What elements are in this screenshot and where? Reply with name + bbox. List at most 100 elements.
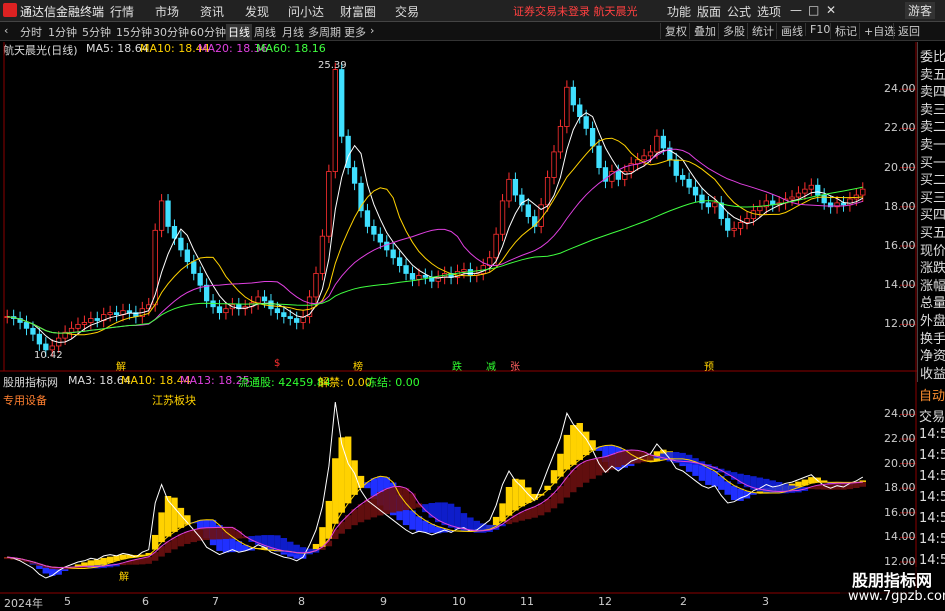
candle-body [313,273,319,298]
candle-body [673,159,679,176]
watermark: 股朋指标网 www.7gpzb.com [840,567,945,609]
base-band-bar [383,488,390,515]
candle-body [860,188,866,196]
ma20-line [7,148,863,334]
candle-body [808,184,814,190]
candle-body [596,145,602,168]
time-axis-tick: 8 [298,595,305,608]
low-price-label: 10.42 [34,350,63,361]
time-axis-tick: 2 [680,595,687,608]
candle-body [371,225,377,235]
candle-body [712,202,718,208]
base-band-bar [505,519,513,525]
candle-body [409,273,416,280]
side-panel-item[interactable]: 卖三 [920,99,945,118]
trend-band-bar [422,520,429,533]
trend-band-bar [705,467,712,485]
trend-band-bar [171,497,178,532]
time-axis-tick: 7 [212,595,219,608]
candle-body [583,116,589,129]
main-y-tick: 12.00 [884,317,916,331]
trade-panel-item[interactable]: 14:56 [919,469,945,484]
candle-body [680,175,686,180]
side-panel-item[interactable]: 卖五 [920,64,945,83]
trade-panel-item[interactable]: 14:56 [919,448,945,463]
candle-body [294,318,300,323]
side-panel-item[interactable]: 换手 [920,328,945,347]
candle-body [223,308,229,314]
candle-body [705,202,712,208]
base-band-bar [235,531,243,539]
trend-band-bar [743,491,751,499]
quote-side-panel: 委比 卖五 卖四 卖三 卖二 卖一 买一 买二 买三 买四 买五 现价 涨跌 涨幅 总量 外盘 换手 净资 收益 [917,42,945,382]
candle-body [467,269,474,276]
trend-band-bar [808,477,815,484]
base-band-bar [389,486,397,513]
side-panel-item[interactable]: 卖四 [920,81,945,100]
candle-body [750,210,757,219]
candle-body [589,127,596,147]
trade-panel-item[interactable]: 自动 [919,385,945,404]
kline-chart-area[interactable] [0,0,945,609]
candle-body [512,178,519,196]
side-panel-item[interactable]: 收益 [920,363,945,382]
base-band-bar [447,503,455,528]
candle-body [744,218,750,223]
trade-panel-item[interactable]: 交易 [919,406,945,425]
candle-body [81,322,88,325]
side-panel-item[interactable]: 涨幅 [920,275,945,294]
trade-panel-item[interactable]: 14:56 [919,532,945,547]
sub-y-tick: 14.00 [884,530,916,544]
side-panel-item[interactable]: 涨跌 [920,257,945,276]
side-panel-item[interactable]: 买二 [920,169,945,188]
trade-panel-item[interactable]: 14:56 [919,553,945,568]
high-price-label: 25.39 [318,60,347,71]
side-panel-item[interactable]: 买四 [920,204,945,223]
base-band-bar [190,529,197,543]
base-band-bar [827,483,834,490]
trade-panel-item[interactable]: 14:56 [919,427,945,442]
candle-body [544,176,551,206]
candle-body [416,274,422,280]
signal-marker: 跌 [452,362,462,373]
candle-body [203,284,210,302]
side-panel-item[interactable]: 买一 [920,152,945,171]
candle-body [68,327,75,333]
base-band-bar [454,506,461,530]
candle-body [326,171,332,237]
trade-panel-item[interactable]: 14:56 [919,490,945,505]
candle-body [281,312,287,317]
candle-body [506,178,512,202]
candle-body [274,308,281,314]
base-band-bar [621,450,628,466]
candle-body [821,194,827,204]
side-panel-item[interactable]: 现价 [920,240,945,259]
trend-band-bar [505,486,513,516]
base-band-bar [409,493,416,509]
side-panel-item[interactable]: 卖二 [920,116,945,135]
side-panel-item[interactable]: 卖一 [920,134,945,153]
main-y-tick: 16.00 [884,239,916,252]
time-axis-tick: 3 [762,595,769,608]
side-panel-item[interactable]: 委比 [920,46,945,65]
trend-band-bar [158,512,165,543]
base-band-bar [537,503,545,516]
side-panel-item[interactable]: 净资 [920,345,945,364]
side-panel-item[interactable]: 总量 [920,292,945,311]
main-y-tick: 22.00 [884,121,916,135]
trade-panel-item[interactable]: 14:56 [919,511,945,526]
base-band-bar [582,460,590,483]
candle-body [332,69,338,172]
trend-band-bar [338,437,345,513]
sub-y-tick: 22.00 [884,432,916,445]
side-panel-item[interactable]: 买五 [920,222,945,241]
base-band-bar [177,534,185,547]
candle-body [216,306,223,314]
candle-body [107,312,113,316]
signal-marker: 减 [486,362,496,373]
main-y-tick: 18.00 [884,199,916,213]
side-panel-item[interactable]: 外盘 [920,310,945,329]
trend-band-bar [525,487,532,503]
side-panel-item[interactable]: 买三 [920,187,945,206]
base-band-bar [853,482,860,488]
